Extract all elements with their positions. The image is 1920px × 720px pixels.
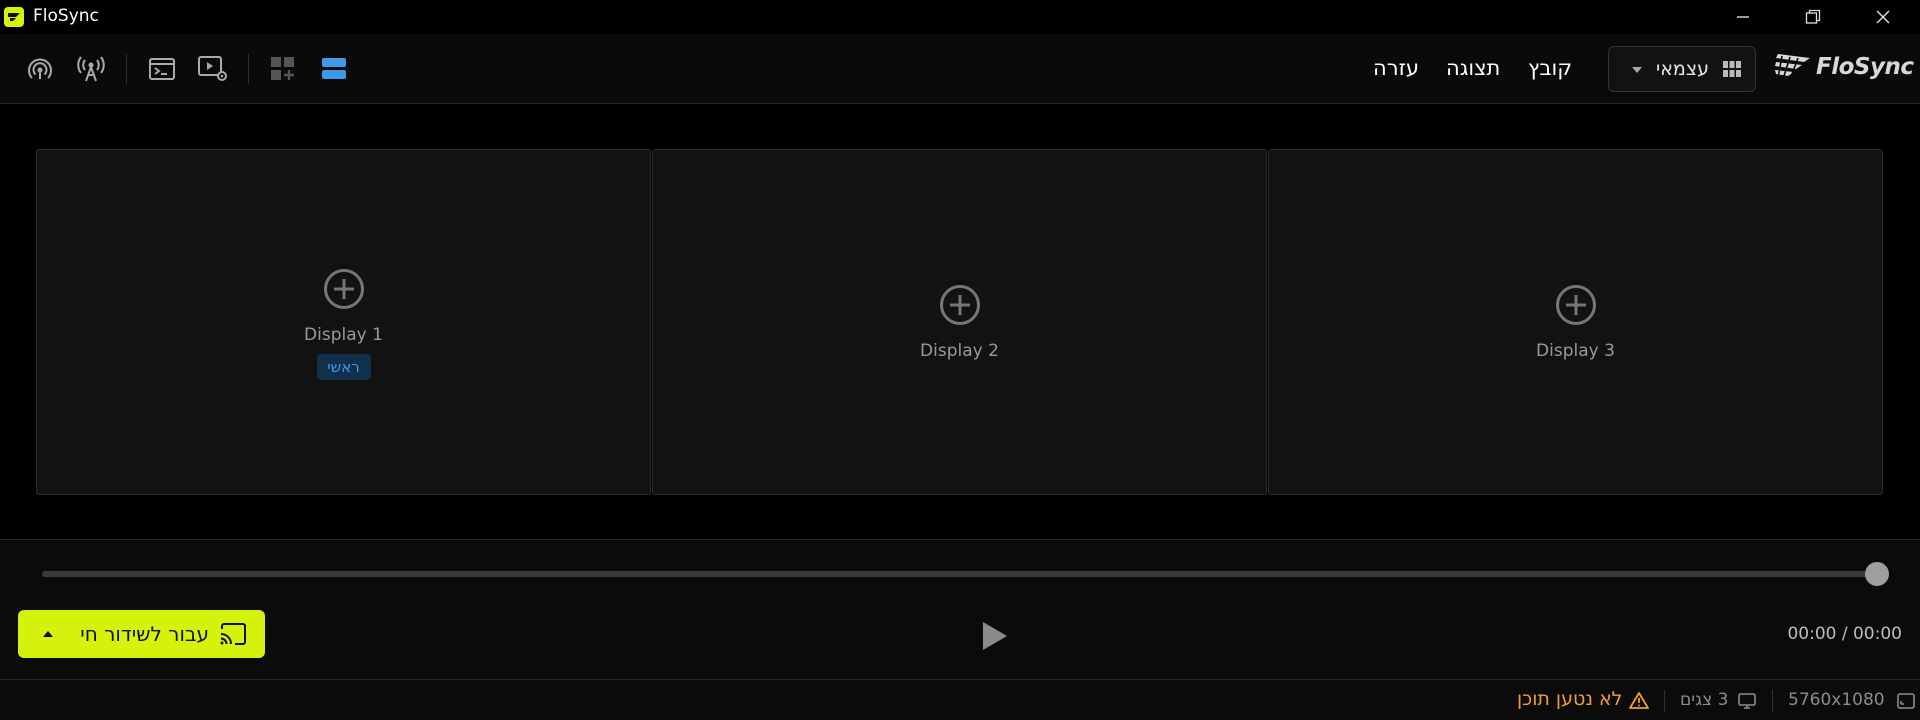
add-circle-icon[interactable] [939,284,981,326]
minimize-icon [1737,16,1749,18]
display-3[interactable]: Display 3 [1268,149,1883,495]
antenna-button[interactable] [73,51,109,87]
timeline-track[interactable] [42,571,1878,577]
app-logo-icon [4,7,24,27]
cast-icon [220,623,246,645]
add-circle-icon[interactable] [323,268,365,310]
toolbar-divider [248,54,249,84]
resolution-icon [1897,693,1915,709]
layout-rows-button[interactable] [316,51,352,87]
mode-value: עצמאי [1655,58,1709,80]
flosync-logo-icon [1775,54,1810,79]
broadcast-button[interactable] [22,51,58,87]
screens-count: 3 צגים [1680,690,1729,710]
time-readout: 00:00 / 00:00 [1787,624,1902,644]
toolbar: עזרה תצוגה קובץ עצמאי FloSync [0,34,1920,104]
go-live-button[interactable]: עבור לשידור חי [18,610,265,658]
display-label: Display 3 [1536,341,1615,361]
monitor-icon [1738,693,1756,709]
antenna-icon [77,56,105,82]
play-button[interactable] [980,620,1010,652]
minimize-button[interactable] [1713,0,1773,34]
mode-select[interactable]: עצמאי [1608,46,1756,92]
display-1[interactable]: Display 1 ראשי [36,149,651,495]
menu-help[interactable]: עזרה [1373,56,1419,80]
close-button[interactable] [1853,0,1913,34]
broadcast-icon [28,58,52,79]
console-button[interactable] [144,51,180,87]
terminal-icon [149,58,175,80]
status-divider [1664,690,1665,712]
add-circle-icon[interactable] [1555,284,1597,326]
brand-logo: FloSync [1774,50,1914,86]
display-label: Display 1 [304,325,383,345]
toolbar-divider [126,54,127,84]
resolution-text: 5760x1080 [1788,690,1885,710]
timeline-thumb[interactable] [1865,562,1889,586]
status-warning: לא נטען תוכן [1517,688,1623,710]
chevron-up-icon[interactable] [42,630,54,638]
title-bar: FloSync [0,0,1920,34]
status-divider [1772,690,1773,712]
displays-area: Display 1 ראשי Display 2 Display 3 [0,105,1920,539]
video-settings-icon [198,56,227,81]
status-bar: 5760x1080 3 צגים לא נטען תוכן [0,679,1920,720]
primary-badge: ראשי [316,354,371,380]
chevron-down-icon [1632,67,1642,73]
brand-logo-text: FloSync [1816,54,1914,80]
display-2[interactable]: Display 2 [652,149,1267,495]
go-live-label: עבור לשידור חי [80,622,209,646]
warning-icon [1629,692,1649,709]
display-label: Display 2 [920,341,999,361]
player-panel: עבור לשידור חי 00:00 / 00:00 [0,539,1920,679]
rows-layout-icon [322,58,346,79]
restore-icon [1805,9,1821,24]
grid-icon [1723,61,1741,77]
menu-view[interactable]: תצוגה [1446,56,1500,80]
close-icon [1876,10,1890,24]
menu-file[interactable]: קובץ [1528,56,1572,80]
window-title: FloSync [33,6,99,26]
restore-button[interactable] [1783,0,1843,34]
media-settings-button[interactable] [195,51,231,87]
grid-add-icon [271,57,294,80]
add-layout-button[interactable] [265,51,301,87]
